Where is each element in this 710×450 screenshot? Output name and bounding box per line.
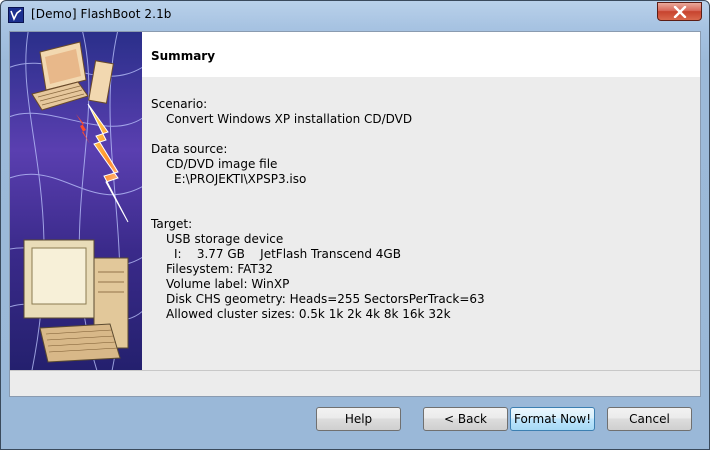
page-title: Summary bbox=[151, 49, 216, 63]
close-icon bbox=[673, 6, 687, 18]
target-type: USB storage device bbox=[166, 232, 284, 246]
flashboot-app-icon[interactable] bbox=[8, 7, 24, 23]
target-filesystem: Filesystem: FAT32 bbox=[166, 262, 273, 276]
target-cluster-sizes: Allowed cluster sizes: 0.5k 1k 2k 4k 8k … bbox=[166, 307, 451, 321]
wizard-side-illustration bbox=[10, 32, 142, 370]
target-heading: Target: bbox=[151, 217, 193, 231]
scenario-heading: Scenario: bbox=[151, 97, 208, 111]
button-bar-divider bbox=[10, 370, 700, 371]
title-bar[interactable]: [Demo] FlashBoot 2.1b bbox=[1, 1, 709, 29]
data-source-type: CD/DVD image file bbox=[166, 157, 278, 171]
back-button[interactable]: < Back bbox=[423, 407, 508, 431]
target-disk-geometry: Disk CHS geometry: Heads=255 SectorsPerT… bbox=[166, 292, 485, 306]
wizard-client-area: Summary Scenario: Convert Windows XP ins… bbox=[9, 31, 701, 397]
flashboot-window: [Demo] FlashBoot 2.1b Summary Scenario: … bbox=[0, 0, 710, 450]
close-button[interactable] bbox=[657, 2, 702, 21]
target-drive: I: 3.77 GB JetFlash Transcend 4GB bbox=[174, 247, 401, 261]
data-source-heading: Data source: bbox=[151, 142, 228, 156]
summary-panel: Scenario: Convert Windows XP installatio… bbox=[142, 77, 700, 370]
format-now-button[interactable]: Format Now! bbox=[510, 407, 595, 431]
wizard-header: Summary bbox=[142, 32, 700, 77]
cancel-button[interactable]: Cancel bbox=[607, 407, 692, 431]
scenario-value: Convert Windows XP installation CD/DVD bbox=[166, 112, 413, 126]
target-volume-label: Volume label: WinXP bbox=[166, 277, 290, 291]
window-title: [Demo] FlashBoot 2.1b bbox=[31, 7, 172, 21]
help-button[interactable]: Help bbox=[316, 407, 401, 431]
data-source-path: E:\PROJEKTI\XPSP3.iso bbox=[174, 172, 307, 186]
